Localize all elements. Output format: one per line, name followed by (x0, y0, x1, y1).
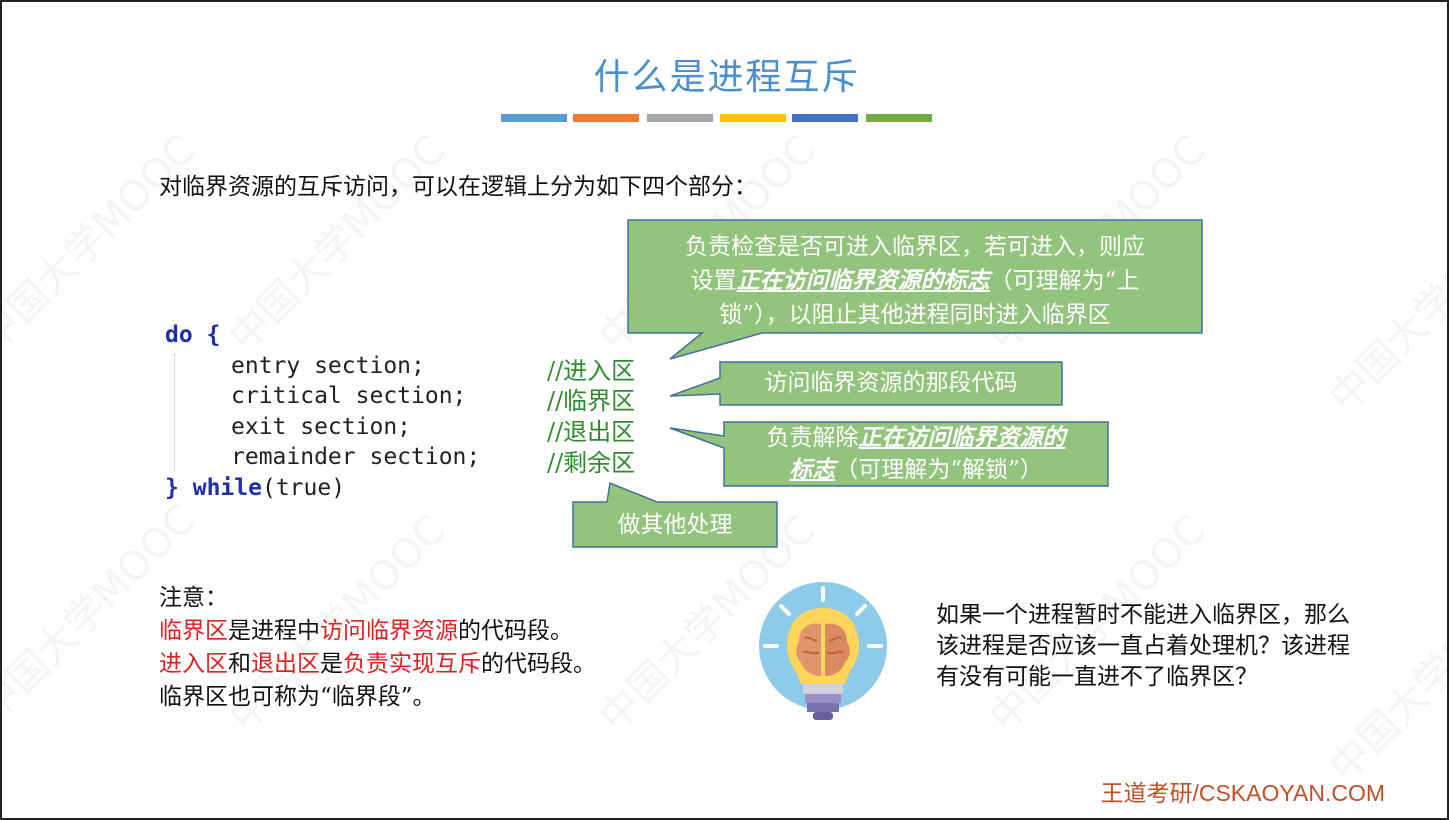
note-heading: 注意： (159, 585, 228, 611)
callout-critical-text: 访问临界资源的那段代码 (764, 370, 1018, 396)
callout-entry-text: 负责检查是否可进入临界区，若可进入，则应 设置正在访问临界资源的标志（可理解为“… (630, 230, 1200, 332)
note-line1: 临界区是进程中访问临界资源的代码段。 (159, 615, 596, 648)
question-text: 如果一个进程暂时不能进入临界区，那么该进程是否应该一直占着处理机？该进程有没有可… (936, 602, 1350, 690)
note-term-mutex: 负责实现互斥 (343, 651, 481, 677)
callout-entry-post: （可理解为“上 (989, 268, 1140, 294)
slide: 中国大学MOOC 中国大学MOOC 中国大学MOOC 中国大学MOOC 中国大学… (0, 0, 1449, 820)
callout-exit-emphasis2: 标志 (789, 456, 836, 483)
note-text: 和 (228, 651, 251, 677)
callout-exit-pre: 负责解除 (766, 425, 859, 451)
footer-brand: 王道考研/CSKAOYAN.COM (1100, 780, 1385, 806)
callout-exit-text: 负责解除正在访问临界资源的 标志（可理解为“解锁”） (726, 422, 1106, 486)
callout-exit-line1: 负责解除正在访问临界资源的 (726, 422, 1106, 454)
note-line3: 临界区也可称为“临界段”。 (159, 684, 436, 710)
callout-entry-line2: 设置正在访问临界资源的标志（可理解为“上 (630, 264, 1200, 298)
callout-remainder-text: 做其他处理 (617, 512, 733, 538)
note-text: 是进程中 (228, 618, 320, 644)
note-text: 的代码段。 (458, 618, 573, 644)
note-term-access: 访问临界资源 (320, 618, 458, 644)
note-text: 的代码段。 (481, 651, 596, 677)
note-term-critical: 临界区 (159, 618, 228, 644)
note-line2: 进入区和退出区是负责实现互斥的代码段。 (159, 648, 596, 681)
callout-entry-pre: 设置 (690, 268, 737, 294)
callout-entry-line3: 锁”），以阻止其他进程同时进入临界区 (719, 302, 1111, 328)
note-block: 注意： 临界区是进程中访问临界资源的代码段。 进入区和退出区是负责实现互斥的代码… (159, 582, 596, 714)
note-text: 是 (320, 651, 343, 677)
callout-entry-line1: 负责检查是否可进入临界区，若可进入，则应 (685, 234, 1145, 260)
note-term-exit: 退出区 (251, 651, 320, 677)
lightbulb-brain-icon (759, 582, 887, 720)
note-term-entry: 进入区 (159, 651, 228, 677)
callout-exit-emphasis1: 正在访问临界资源的 (858, 424, 1066, 451)
callout-exit-post: （可理解为“解锁”） (835, 457, 1043, 483)
callout-exit-line2: 标志（可理解为“解锁”） (726, 454, 1106, 486)
callout-entry-emphasis: 正在访问临界资源的标志 (736, 267, 990, 294)
